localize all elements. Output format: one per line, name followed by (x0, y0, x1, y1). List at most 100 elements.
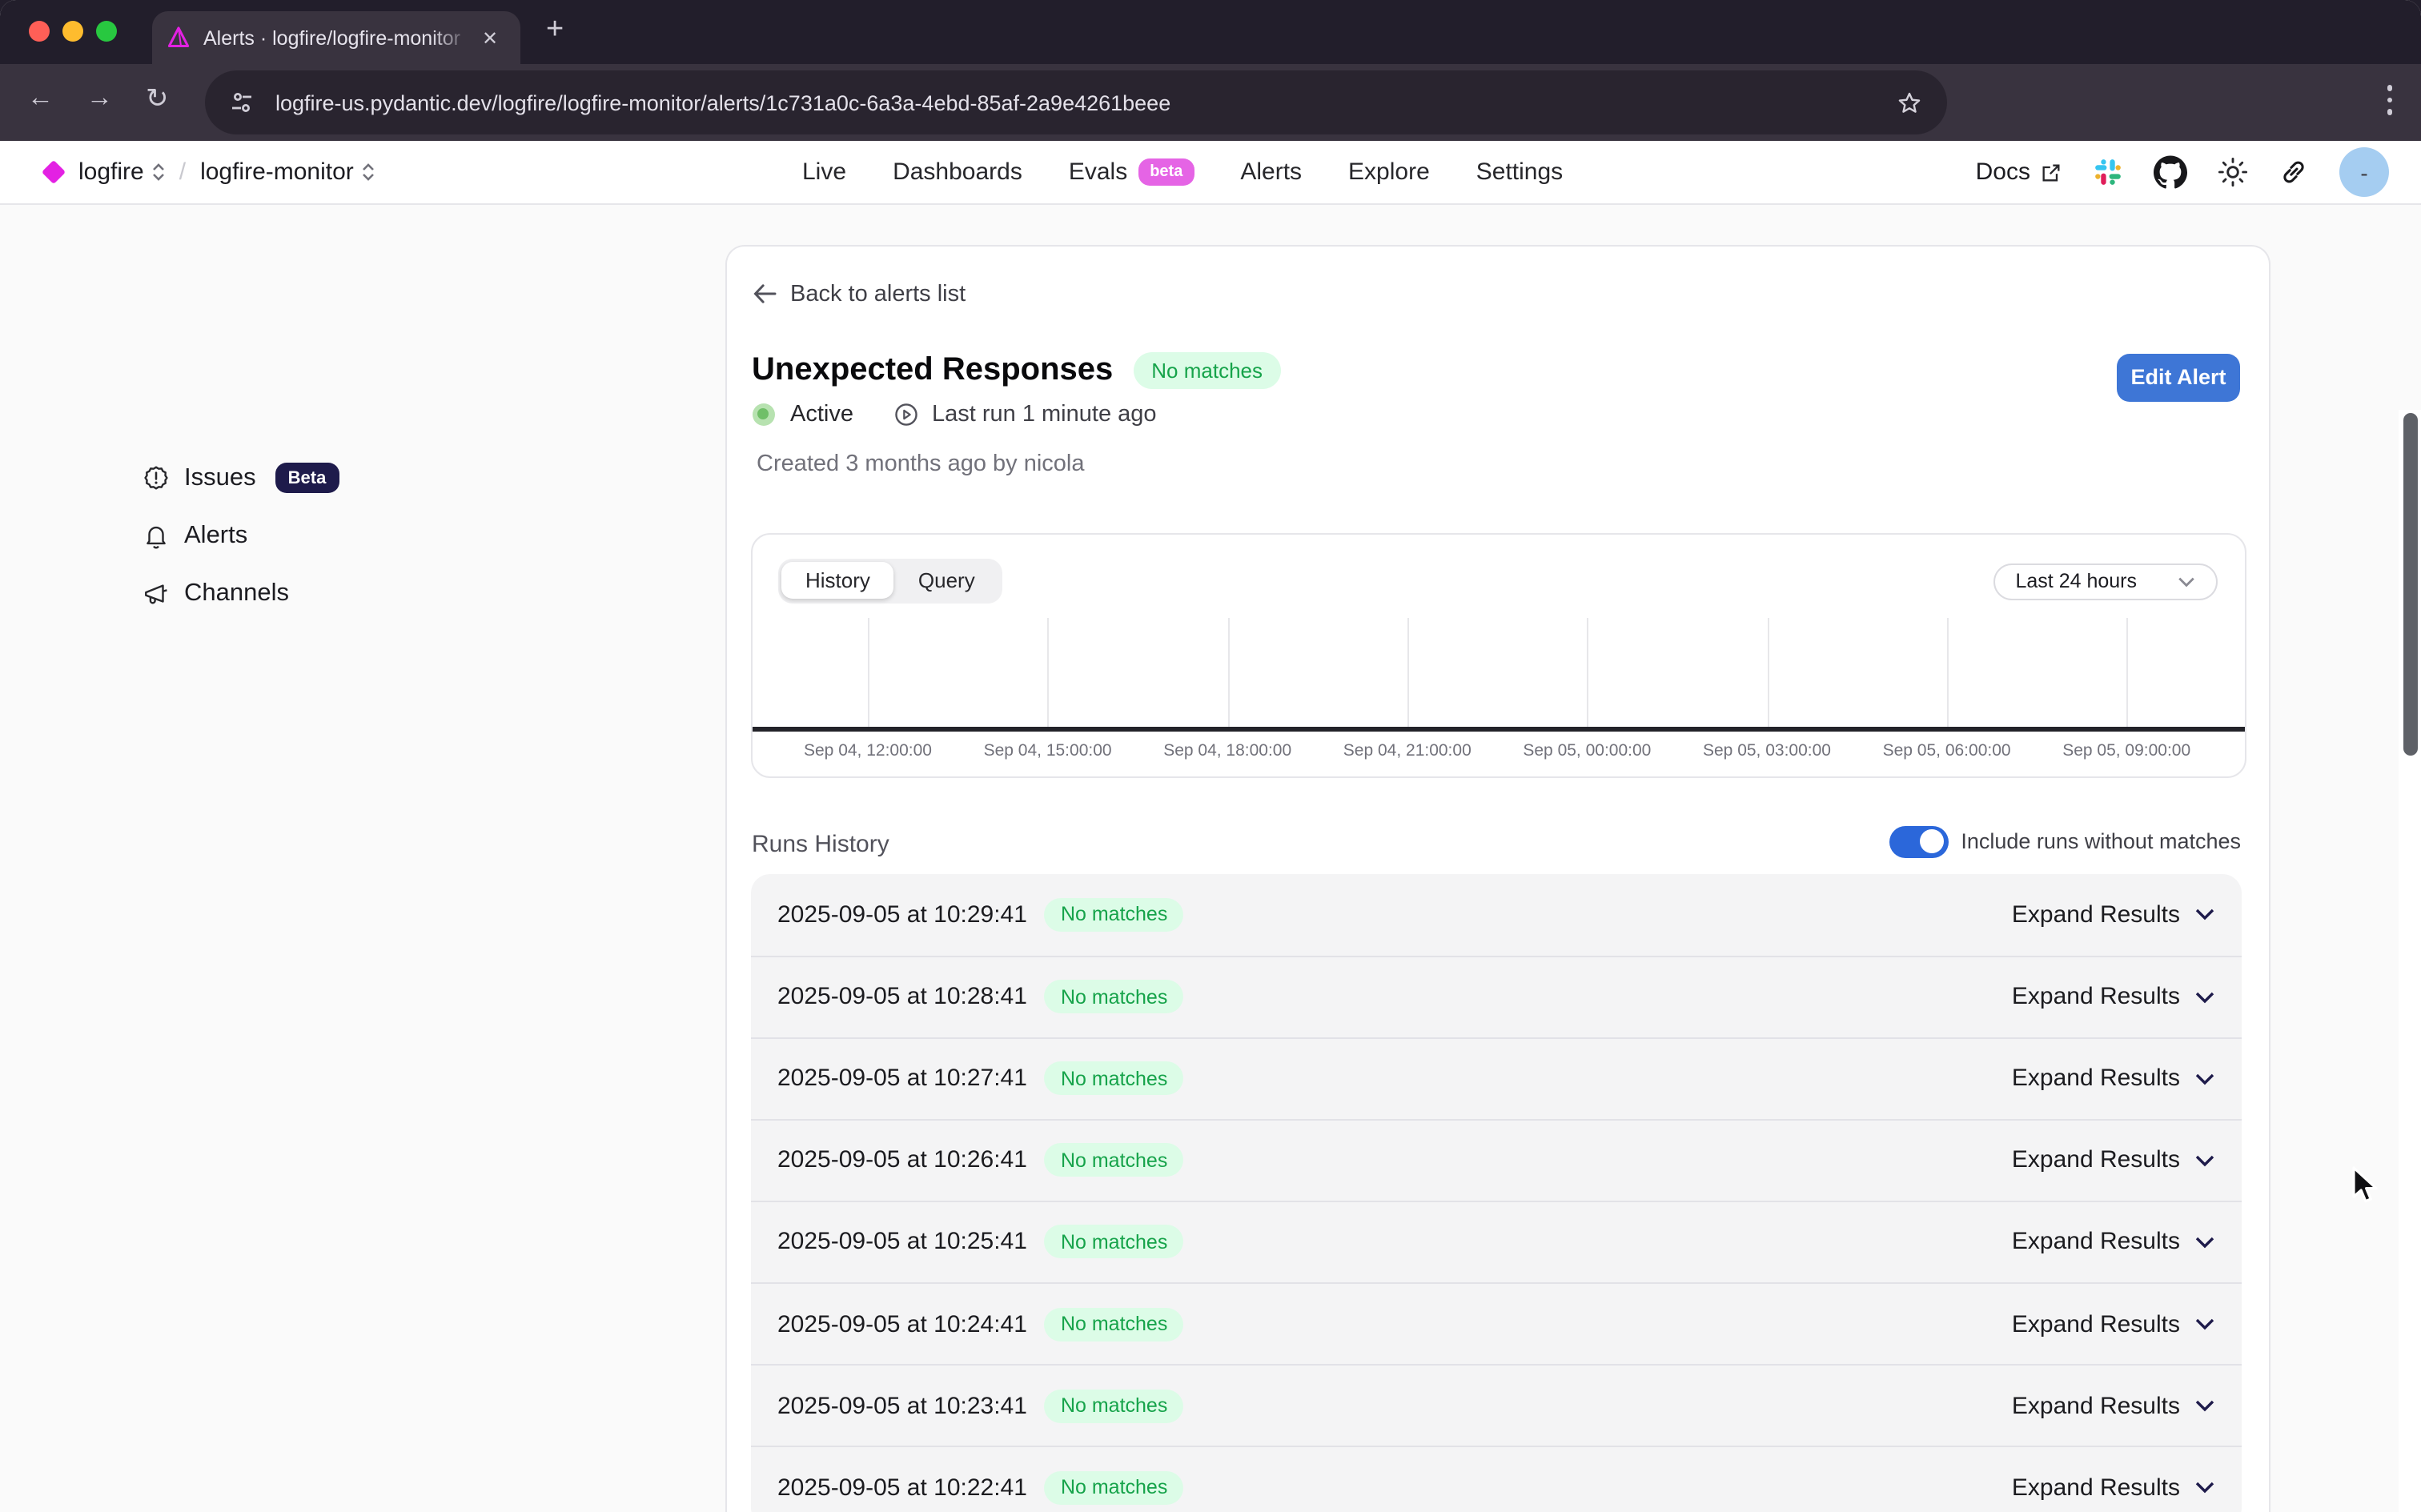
external-link-icon (2040, 161, 2062, 183)
breadcrumb-separator: / (179, 158, 186, 186)
no-matches-badge: No matches (1134, 351, 1280, 388)
browser-toolbar: ← → ↻ logfire-us.pydantic.dev/logfire/lo… (0, 64, 2421, 141)
nav-item-dashboards[interactable]: Dashboards (893, 158, 1022, 186)
tab-query[interactable]: Query (894, 562, 999, 599)
chart-tick-label: Sep 04, 15:00:00 (984, 740, 1112, 760)
chart-tick-label: Sep 04, 18:00:00 (1163, 740, 1291, 760)
alert-circle-icon (143, 464, 170, 491)
run-row: 2025-09-05 at 10:28:41No matchesExpand R… (750, 955, 2241, 1037)
last-run-label: Last run 1 minute ago (932, 401, 1157, 427)
url-text[interactable]: logfire-us.pydantic.dev/logfire/logfire-… (275, 90, 1170, 114)
tab-title: Alerts · logfire/logfire-monitor (203, 26, 472, 49)
chevron-down-icon (2194, 1481, 2214, 1494)
expand-results-button[interactable]: Expand Results (2012, 1474, 2214, 1501)
sort-chevrons-icon (362, 162, 375, 182)
time-range-select[interactable]: Last 24 hours (1993, 563, 2218, 600)
minimize-window-button[interactable] (62, 21, 83, 42)
user-avatar[interactable]: - (2339, 147, 2389, 197)
reload-icon[interactable]: ↻ (146, 83, 169, 115)
run-row: 2025-09-05 at 10:24:41 No matches Expand R… (750, 1282, 2241, 1364)
window-controls[interactable] (29, 21, 117, 42)
chevron-down-icon (2194, 1154, 2214, 1167)
slack-icon[interactable] (2093, 157, 2123, 187)
tab-history[interactable]: History (781, 562, 894, 599)
run-row: 2025-09-05 at 10:25:41No matchesExpand R… (750, 1201, 2241, 1282)
chart-tick-label: Sep 04, 21:00:00 (1343, 740, 1471, 760)
sidebar-item-channels[interactable]: Channels (143, 576, 289, 612)
address-bar[interactable]: logfire-us.pydantic.dev/logfire/logfire-… (205, 70, 1947, 134)
expand-results-button[interactable]: Expand Results (2012, 1147, 2214, 1174)
scrollbar-track[interactable] (2399, 410, 2421, 1512)
nav-item-explore[interactable]: Explore (1348, 158, 1430, 186)
history-card: History Query Last 24 hours Sep 04, 12:0… (750, 532, 2246, 778)
beta-badge: Beta (275, 463, 339, 493)
browser-window: Alerts · logfire/logfire-monitor ✕ + ← →… (0, 0, 2421, 1512)
browser-menu-icon[interactable] (2387, 85, 2392, 114)
zoom-window-button[interactable] (96, 21, 117, 42)
theme-sun-icon[interactable] (2218, 157, 2248, 187)
expand-results-button[interactable]: Expand Results (2012, 983, 2214, 1010)
nav-item-live[interactable]: Live (802, 158, 846, 186)
nav-item-alerts[interactable]: Alerts (1240, 158, 1302, 186)
created-by-label: Created 3 months ago by nicola (757, 451, 1085, 476)
arrow-left-icon (752, 283, 776, 304)
run-timestamp: 2025-09-05 at 10:28:41 (777, 983, 1027, 1010)
close-window-button[interactable] (29, 21, 50, 42)
main-nav: Live Dashboards Evalsbeta Alerts Explore Sett… (802, 141, 1563, 203)
github-icon[interactable] (2154, 155, 2187, 189)
chart-tick-label: Sep 05, 06:00:00 (1883, 740, 2011, 760)
docs-link[interactable]: Docs (1976, 158, 2062, 186)
back-icon[interactable]: ← (27, 83, 54, 114)
close-tab-icon[interactable]: ✕ (482, 26, 498, 49)
chevron-down-icon (2194, 990, 2214, 1003)
back-to-alerts-link[interactable]: Back to alerts list (752, 281, 966, 307)
browser-tab-strip: Alerts · logfire/logfire-monitor ✕ + (0, 0, 2421, 64)
run-timestamp: 2025-09-05 at 10:24:41 (777, 1310, 1027, 1338)
no-matches-badge: No matches (1045, 1144, 1183, 1177)
sidebar-item-alerts[interactable]: Alerts (143, 518, 247, 553)
chevron-down-icon (2194, 1236, 2214, 1249)
alert-detail-panel: Back to alerts list Unexpected Responses… (725, 244, 2270, 1512)
chart-gridline (1587, 617, 1588, 727)
share-link-icon[interactable] (2278, 157, 2309, 187)
breadcrumb: logfire / logfire-monitor (43, 141, 375, 203)
bookmark-star-icon[interactable] (1896, 89, 1923, 116)
no-matches-badge: No matches (1045, 1470, 1183, 1504)
active-status-icon (752, 403, 774, 425)
alert-title: Unexpected Responses (752, 351, 1113, 388)
scrollbar-thumb[interactable] (2403, 412, 2417, 755)
expand-results-button[interactable]: Expand Results (2012, 1229, 2214, 1256)
logfire-logo-icon (42, 160, 66, 184)
page-content: Issues Beta Alerts Channels (0, 205, 2421, 1512)
no-matches-badge: No matches (1045, 1307, 1183, 1341)
chart-tick-label: Sep 05, 03:00:00 (1703, 740, 1831, 760)
project-selector[interactable]: logfire-monitor (200, 158, 375, 186)
history-query-tabs: History Query (777, 558, 1003, 603)
forward-icon[interactable]: → (86, 83, 113, 114)
chevron-down-icon (2194, 1399, 2214, 1412)
chart-x-axis (752, 727, 2244, 731)
chevron-down-icon (2194, 1317, 2214, 1330)
chart-gridline (1767, 617, 1769, 727)
expand-results-button[interactable]: Expand Results (2012, 1065, 2214, 1092)
sort-chevrons-icon (152, 162, 165, 182)
include-runs-toggle[interactable] (1889, 825, 1948, 857)
new-tab-button[interactable]: + (546, 13, 564, 48)
expand-results-button[interactable]: Expand Results (2012, 1392, 2214, 1419)
history-chart (752, 617, 2244, 727)
site-settings-icon[interactable] (229, 90, 255, 115)
run-timestamp: 2025-09-05 at 10:23:41 (777, 1392, 1027, 1419)
edit-alert-button[interactable]: Edit Alert (2117, 353, 2240, 401)
logfire-favicon-icon (167, 26, 191, 50)
expand-results-button[interactable]: Expand Results (2012, 1310, 2214, 1338)
run-timestamp: 2025-09-05 at 10:26:41 (777, 1147, 1027, 1174)
chart-tick-label: Sep 05, 00:00:00 (1523, 740, 1651, 760)
nav-item-evals[interactable]: Evalsbeta (1069, 158, 1194, 186)
no-matches-badge: No matches (1045, 1061, 1183, 1095)
org-selector[interactable]: logfire (78, 158, 165, 186)
chart-gridline (1048, 617, 1050, 727)
browser-tab[interactable]: Alerts · logfire/logfire-monitor ✕ (152, 11, 520, 64)
nav-item-settings[interactable]: Settings (1476, 158, 1563, 186)
sidebar-item-issues[interactable]: Issues Beta (143, 460, 339, 495)
expand-results-button[interactable]: Expand Results (2012, 900, 2214, 928)
